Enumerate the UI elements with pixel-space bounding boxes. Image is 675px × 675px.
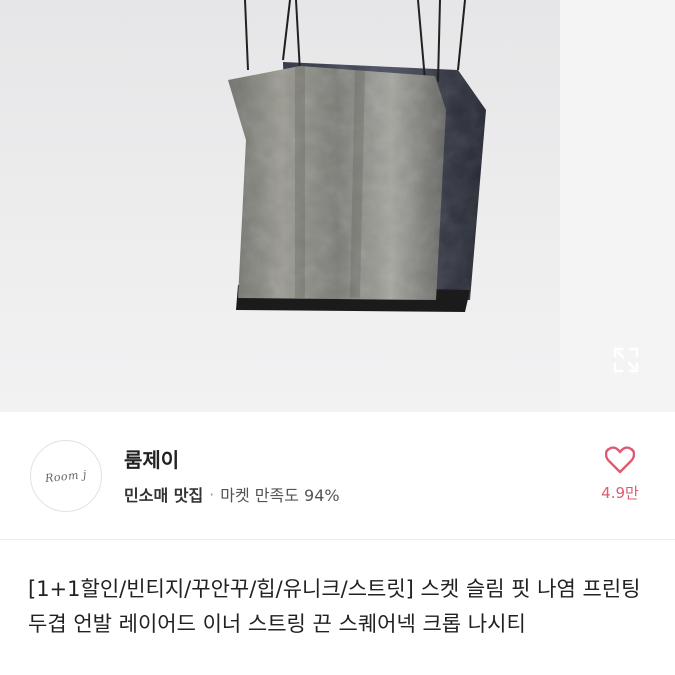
like-button[interactable]: 4.9만 [592, 446, 648, 510]
expand-icon [613, 347, 639, 373]
market-satisfaction: 마켓 만족도 94% [220, 486, 340, 505]
seller-tag: 민소매 맛집 [124, 486, 204, 505]
expand-image-button[interactable] [606, 340, 646, 380]
product-image[interactable] [0, 0, 675, 412]
like-count: 4.9만 [601, 484, 639, 502]
section-divider [0, 540, 675, 552]
seller-avatar[interactable]: Room j [30, 440, 102, 512]
product-title: [1+1할인/빈티지/꾸안꾸/힙/유니크/스트릿] 스켓 슬림 핏 나염 프린팅… [28, 577, 641, 636]
seller-meta: 민소매 맛집 · 마켓 만족도 94% [124, 482, 340, 506]
avatar-logo-text: Room j [44, 467, 88, 485]
product-photo [228, 0, 675, 412]
separator-dot: · [209, 484, 215, 504]
heart-outline-icon [605, 446, 635, 474]
seller-name[interactable]: 룸제이 [124, 444, 179, 473]
